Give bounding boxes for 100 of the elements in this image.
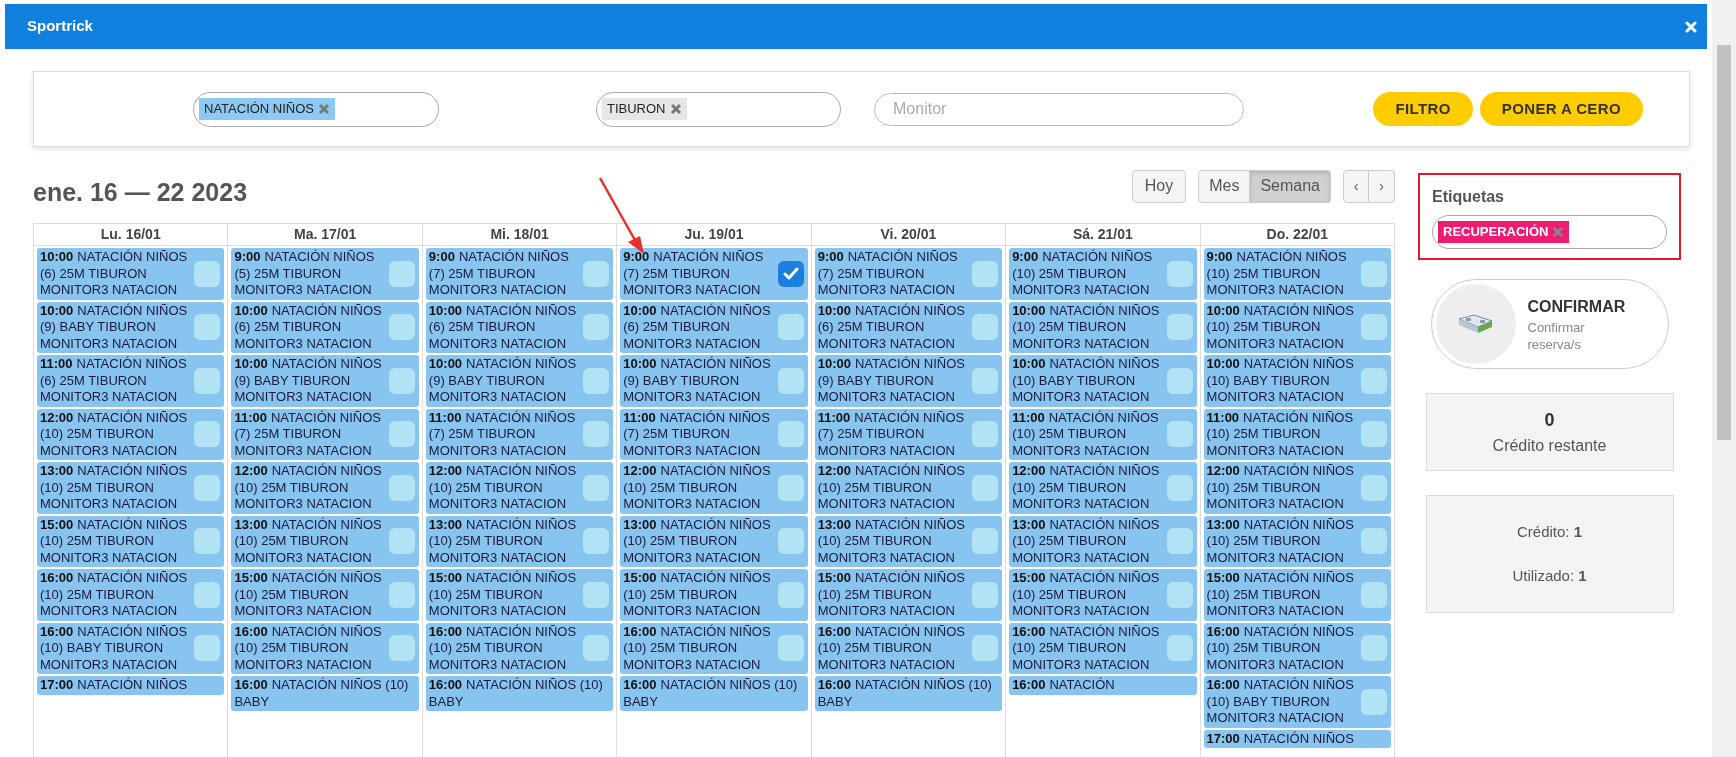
checkbox[interactable] bbox=[583, 528, 610, 555]
event-card[interactable]: 13:00 NATACIÓN NIÑOS (10) 25M TIBURON MONITOR3 NATACION bbox=[425, 515, 614, 567]
event-card[interactable]: 12:00 NATACIÓN NIÑOS (10) 25M TIBURON MONITOR3 NATACION bbox=[814, 462, 1003, 514]
event-card[interactable]: 13:00 NATACIÓN NIÑOS (10) 25M TIBURON MONITOR3 NATACION bbox=[37, 462, 225, 514]
event-card[interactable]: 13:00 NATACIÓN NIÑOS (10) 25M TIBURON MONITOR3 NATACION bbox=[231, 515, 419, 567]
checkbox[interactable] bbox=[972, 528, 999, 555]
event-card[interactable]: 16:00 NATACIÓN NIÑOS (10) 25M TIBURON MONITOR3 NATACION bbox=[231, 622, 419, 674]
checkbox[interactable] bbox=[777, 528, 804, 555]
checkbox[interactable] bbox=[194, 635, 221, 662]
checkbox[interactable] bbox=[583, 474, 610, 501]
checkbox[interactable] bbox=[388, 260, 415, 287]
event-card[interactable]: 16:00 NATACIÓN NIÑOS (10) 25M TIBURON MONITOR3 NATACION bbox=[1009, 622, 1197, 674]
checkbox[interactable] bbox=[583, 260, 610, 287]
event-card[interactable]: 10:00 NATACIÓN NIÑOS (6) 25M TIBURON MONITOR3 NATACION bbox=[425, 301, 614, 353]
checkbox[interactable] bbox=[583, 581, 610, 608]
event-card[interactable]: 10:00 NATACIÓN NIÑOS (6) 25M TIBURON MONITOR3 NATACION bbox=[231, 301, 419, 353]
event-card[interactable]: 15:00 NATACIÓN NIÑOS (10) 25M TIBURON MONITOR3 NATACION bbox=[425, 569, 614, 621]
checkbox[interactable] bbox=[1361, 528, 1387, 555]
event-card[interactable]: 16:00 NATACIÓN NIÑOS (10) 25M TIBURON MONITOR3 NATACION bbox=[620, 622, 808, 674]
event-card[interactable]: 15:00 NATACIÓN NIÑOS (10) 25M TIBURON MONITOR3 NATACION bbox=[814, 569, 1003, 621]
event-card[interactable]: 13:00 NATACIÓN NIÑOS (10) 25M TIBURON MONITOR3 NATACION bbox=[1203, 515, 1391, 567]
event-card[interactable]: 16:00 NATACIÓN NIÑOS (10) BABY TIBURON MONITOR3 NATACION bbox=[1203, 676, 1391, 728]
checkbox[interactable] bbox=[1166, 635, 1193, 662]
event-card[interactable]: 10:00 NATACIÓN NIÑOS (6) 25M TIBURON MONITOR3 NATACION bbox=[620, 301, 808, 353]
event-card[interactable]: 16:00 NATACIÓN NIÑOS (10) BABY TIBURON MONITOR3 NATACION bbox=[37, 622, 225, 674]
event-card[interactable]: 10:00 NATACIÓN NIÑOS (10) BABY TIBURON MONITOR3 NATACION bbox=[1203, 355, 1391, 407]
checkbox[interactable] bbox=[1166, 528, 1193, 555]
today-button[interactable]: Hoy bbox=[1131, 169, 1187, 203]
checkbox[interactable] bbox=[194, 528, 221, 555]
event-card[interactable]: 10:00 NATACIÓN NIÑOS (9) BABY TIBURON MONITOR3 NATACION bbox=[814, 355, 1003, 407]
close-icon[interactable] bbox=[1685, 20, 1697, 33]
checkbox[interactable] bbox=[194, 260, 221, 287]
event-card[interactable]: 10:00 NATACIÓN NIÑOS (6) 25M TIBURON MONITOR3 NATACION bbox=[37, 248, 225, 300]
event-card[interactable]: 11:00 NATACIÓN NIÑOS (7) 25M TIBURON MONITOR3 NATACION bbox=[231, 408, 419, 460]
checkbox[interactable] bbox=[388, 367, 415, 394]
event-card[interactable]: 10:00 NATACIÓN NIÑOS (6) 25M TIBURON MONITOR3 NATACION bbox=[814, 301, 1003, 353]
event-card[interactable]: 11:00 NATACIÓN NIÑOS (7) 25M TIBURON MONITOR3 NATACION bbox=[814, 408, 1003, 460]
event-card[interactable]: 10:00 NATACIÓN NIÑOS (10) BABY TIBURON MONITOR3 NATACION bbox=[1009, 355, 1197, 407]
checkbox[interactable] bbox=[388, 474, 415, 501]
event-card[interactable]: 15:00 NATACIÓN NIÑOS (10) 25M TIBURON MONITOR3 NATACION bbox=[1203, 569, 1391, 621]
next-button[interactable]: › bbox=[1369, 169, 1395, 203]
checkbox[interactable] bbox=[1361, 581, 1387, 608]
scrollbar[interactable] bbox=[1712, 0, 1736, 757]
event-card[interactable]: 16:00 NATACIÓN bbox=[1009, 676, 1197, 695]
event-card[interactable]: 17:00 NATACIÓN NIÑOS bbox=[37, 676, 225, 695]
checkbox[interactable] bbox=[194, 474, 221, 501]
checkbox[interactable] bbox=[972, 314, 999, 341]
checkbox[interactable] bbox=[1166, 314, 1193, 341]
event-card[interactable]: 11:00 NATACIÓN NIÑOS (6) 25M TIBURON MONITOR3 NATACION bbox=[37, 355, 225, 407]
checkbox[interactable] bbox=[583, 367, 610, 394]
checkbox[interactable] bbox=[388, 528, 415, 555]
checkbox[interactable] bbox=[777, 635, 804, 662]
event-card[interactable]: 9:00 NATACIÓN NIÑOS (10) 25M TIBURON MONITOR3 NATACION bbox=[1009, 248, 1197, 300]
event-card[interactable]: 10:00 NATACIÓN NIÑOS (9) BABY TIBURON MONITOR3 NATACION bbox=[37, 301, 225, 353]
event-card[interactable]: 12:00 NATACIÓN NIÑOS (10) 25M TIBURON MONITOR3 NATACION bbox=[620, 462, 808, 514]
checkbox[interactable] bbox=[1361, 635, 1387, 662]
reset-button[interactable]: PONER A CERO bbox=[1479, 92, 1643, 126]
event-card[interactable]: 15:00 NATACIÓN NIÑOS (10) 25M TIBURON MONITOR3 NATACION bbox=[37, 515, 225, 567]
monitor-field[interactable]: Monitor bbox=[874, 92, 1244, 126]
event-card[interactable]: 9:00 NATACIÓN NIÑOS (7) 25M TIBURON MONITOR3 NATACION bbox=[814, 248, 1003, 300]
event-card[interactable]: 9:00 NATACIÓN NIÑOS (10) 25M TIBURON MONITOR3 NATACION bbox=[1203, 248, 1391, 300]
checkbox[interactable] bbox=[194, 581, 221, 608]
event-card[interactable]: 10:00 NATACIÓN NIÑOS (9) BABY TIBURON MONITOR3 NATACION bbox=[231, 355, 419, 407]
filter-chip[interactable]: RECUPERACIÓN bbox=[1438, 221, 1570, 243]
checkbox[interactable] bbox=[1166, 421, 1193, 448]
checkbox[interactable] bbox=[388, 421, 415, 448]
event-card[interactable]: 13:00 NATACIÓN NIÑOS (10) 25M TIBURON MONITOR3 NATACION bbox=[814, 515, 1003, 567]
event-card[interactable]: 9:00 NATACIÓN NIÑOS (5) 25M TIBURON MONITOR3 NATACION bbox=[231, 248, 419, 300]
event-card[interactable]: 13:00 NATACIÓN NIÑOS (10) 25M TIBURON MONITOR3 NATACION bbox=[620, 515, 808, 567]
checkbox[interactable] bbox=[388, 581, 415, 608]
remove-icon[interactable] bbox=[669, 103, 682, 115]
event-card[interactable]: 16:00 NATACIÓN NIÑOS (10) 25M TIBURON MONITOR3 NATACION bbox=[814, 622, 1003, 674]
checkbox[interactable] bbox=[777, 260, 804, 287]
checkbox[interactable] bbox=[1361, 260, 1387, 287]
event-card[interactable]: 9:00 NATACIÓN NIÑOS (7) 25M TIBURON MONITOR3 NATACION bbox=[425, 248, 614, 300]
event-card[interactable]: 12:00 NATACIÓN NIÑOS (10) 25M TIBURON MONITOR3 NATACION bbox=[1009, 462, 1197, 514]
checkbox[interactable] bbox=[972, 635, 999, 662]
previous-button[interactable]: ‹ bbox=[1343, 169, 1369, 203]
checkbox[interactable] bbox=[972, 260, 999, 287]
checkbox[interactable] bbox=[1166, 581, 1193, 608]
checkbox[interactable] bbox=[1361, 421, 1387, 448]
view-tab[interactable]: Semana bbox=[1250, 169, 1331, 203]
remove-icon[interactable] bbox=[318, 103, 331, 115]
checkbox[interactable] bbox=[388, 314, 415, 341]
event-card[interactable]: 10:00 NATACIÓN NIÑOS (10) 25M TIBURON MONITOR3 NATACION bbox=[1009, 301, 1197, 353]
event-card[interactable]: 10:00 NATACIÓN NIÑOS (9) BABY TIBURON MONITOR3 NATACION bbox=[620, 355, 808, 407]
event-card[interactable]: 11:00 NATACIÓN NIÑOS (10) 25M TIBURON MONITOR3 NATACION bbox=[1009, 408, 1197, 460]
checkbox[interactable] bbox=[194, 314, 221, 341]
checkbox[interactable] bbox=[583, 635, 610, 662]
event-card[interactable]: 15:00 NATACIÓN NIÑOS (10) 25M TIBURON MONITOR3 NATACION bbox=[620, 569, 808, 621]
checkbox[interactable] bbox=[194, 421, 221, 448]
event-card[interactable]: 10:00 NATACIÓN NIÑOS (10) 25M TIBURON MONITOR3 NATACION bbox=[1203, 301, 1391, 353]
checkbox[interactable] bbox=[388, 635, 415, 662]
checkbox[interactable] bbox=[1166, 260, 1193, 287]
checkbox[interactable] bbox=[777, 314, 804, 341]
checkbox[interactable] bbox=[777, 421, 804, 448]
checkbox[interactable] bbox=[777, 581, 804, 608]
checkbox[interactable] bbox=[1166, 367, 1193, 394]
checkbox[interactable] bbox=[777, 367, 804, 394]
event-card[interactable]: 12:00 NATACIÓN NIÑOS (10) 25M TIBURON MONITOR3 NATACION bbox=[37, 408, 225, 460]
